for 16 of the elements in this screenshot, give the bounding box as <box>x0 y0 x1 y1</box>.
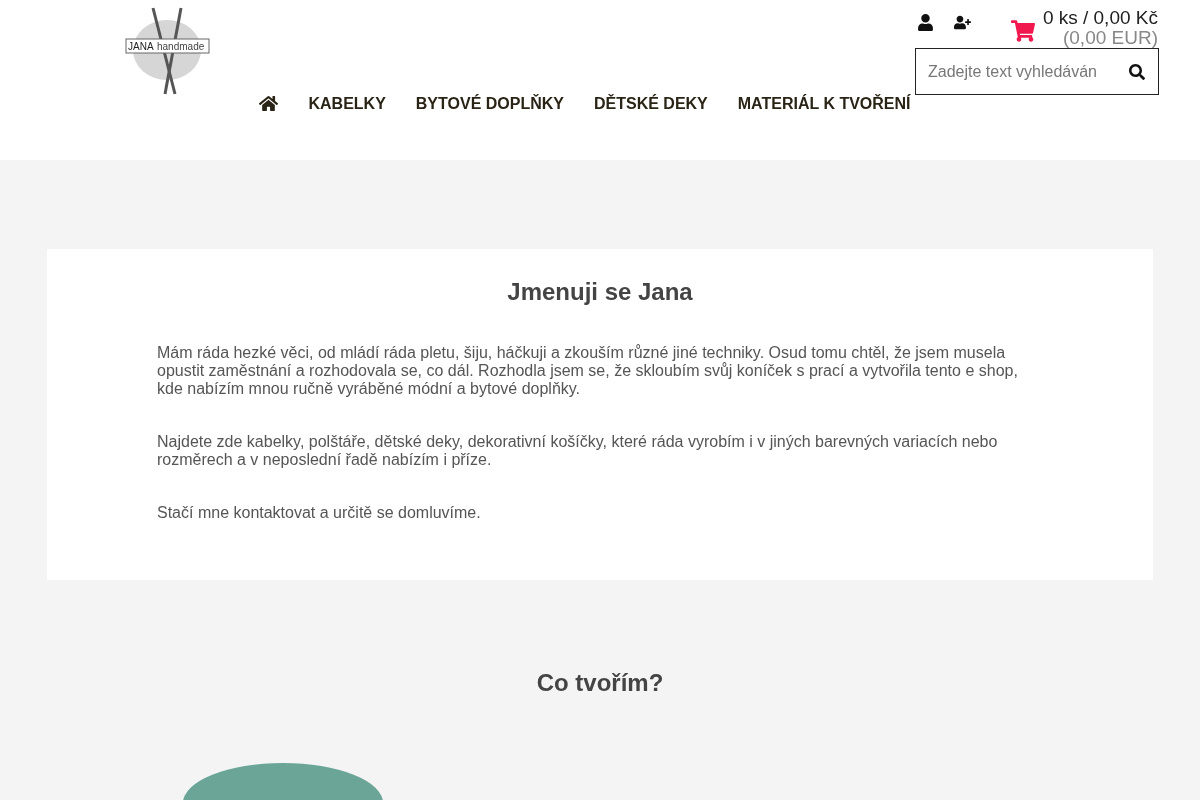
nav-link[interactable]: KABELKY <box>308 94 386 113</box>
section-title: Co tvořím? <box>535 669 665 697</box>
search-icon[interactable] <box>1129 63 1145 80</box>
nav-link[interactable]: BYTOVÉ DOPLŇKY <box>415 94 564 113</box>
about-paragraph: Mám ráda hezké věci, od mládí ráda pletu, šiju, háčkuji a zkouším různé jiné techniky. Osud tomu chtěl, že jsem musela opustit zaměstnání a rozhodovala se, co dál. Rozhodla jsem se, že skloubím svůj koníček s prací a vytvořila tento e shop, kde nabízím mnou ručně vyráběné módní a bytové doplňky. <box>157 344 1019 398</box>
cart-icon <box>1010 19 1035 43</box>
cart-summary: 0 ks / 0,00 Kč <box>1042 8 1158 28</box>
about-paragraph: Najdete zde kabelky, polštáře, dětské deky, dekorativní košíčky, které ráda vyrobím i v jiných barevných variacích nebo rozměrech a v neposlední řadě nabízím i příze. <box>157 433 999 469</box>
search-field[interactable]: Zadejte text vyhledáván <box>915 48 1159 95</box>
about-paragraph: Stačí mne kontaktovat a určitě se domluvíme. <box>157 504 482 522</box>
cart-link[interactable]: 0 ks / 0,00 Kč (0,00 EUR) <box>1010 8 1167 48</box>
nav-link[interactable]: DĚTSKÉ DEKY <box>594 94 708 113</box>
nav-link[interactable]: MATERIÁL K TVOŘENÍ <box>737 94 911 113</box>
home-icon[interactable] <box>259 94 279 113</box>
about-title: Jmenuji se Jana <box>506 278 694 306</box>
cart-eur: (0,00 EUR) <box>1062 28 1158 48</box>
